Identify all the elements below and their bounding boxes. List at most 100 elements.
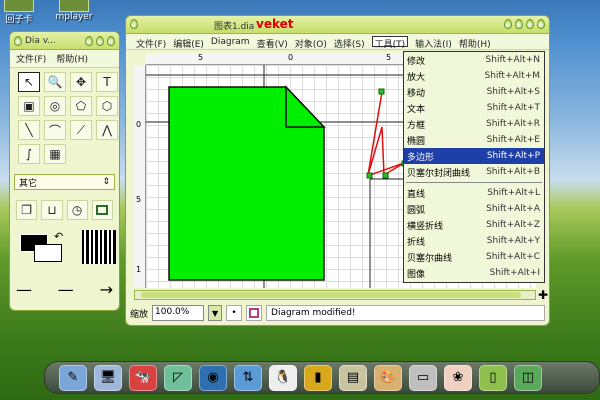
window-title: 图表1.dia [214,22,255,32]
line-width-selector[interactable] [82,230,116,264]
menu-item-label: 方框 [407,120,426,131]
monitor-icon[interactable]: 🖥 [94,364,122,391]
menu-item[interactable]: 多边形 Shift+Alt+P [404,148,544,164]
polygon-handle[interactable] [382,172,389,179]
polygon-icon[interactable]: ⬠ [70,96,92,116]
desktop-icon-mplayer[interactable]: mplayer [52,0,96,22]
minimize-drop-icon[interactable] [85,35,93,46]
menu-file[interactable]: 文件(F) [16,52,46,65]
menu-item[interactable]: 放大 Shift+Alt+M [404,68,544,84]
menu-item[interactable]: 折线 Shift+Alt+Y [404,233,544,249]
line-style-icon[interactable]: — [58,280,74,299]
diagram-titlebar[interactable]: 图表1.dia veket [126,16,549,34]
menu-item[interactable]: 椭圆 Shift+Alt+E [404,132,544,148]
image-icon[interactable]: ▦ [44,144,66,164]
disc-icon[interactable]: ◉ [199,364,227,391]
toolbox-menubar: 文件(F) 帮助(H) [10,50,119,68]
background-color[interactable] [34,244,62,262]
usb-drive-icon[interactable]: ▭ [409,364,437,391]
box-icon[interactable]: ▣ [18,96,40,116]
menu-item[interactable]: 直线 Shift+Alt+L [404,185,544,201]
menu-6[interactable]: 工具(T) [371,36,409,50]
menu-item[interactable]: 图像 Shift+Alt+I [404,265,544,281]
zoom-dropdown[interactable]: ▼ [208,305,223,321]
menu-4[interactable]: 对象(O) [295,37,327,50]
document-icon[interactable]: ❀ [444,364,472,391]
menu-help[interactable]: 帮助(H) [56,52,88,65]
line-start-icon[interactable]: — [16,280,32,299]
magnify-icon[interactable]: 🔍 [44,72,66,92]
menu-item-shortcut: Shift+Alt+L [487,188,540,198]
book-icon[interactable]: ▮ [304,364,332,391]
zoom-input[interactable]: 100.0% [152,305,205,321]
menu-2[interactable]: Diagram [211,37,250,47]
scroll-thumb[interactable] [141,292,521,298]
menu-8[interactable]: 帮助(H) [459,37,491,50]
menu-item[interactable]: 移动 Shift+Alt+S [404,84,544,100]
polyline-icon[interactable]: ⋀ [96,120,118,140]
menu-item[interactable]: 修改 Shift+Alt+N [404,52,544,68]
snap-to-grid-button[interactable]: • [226,305,243,321]
polygon-handle[interactable] [378,88,385,95]
navigate-cross-icon[interactable]: ✚ [538,288,548,302]
menu-1[interactable]: 编辑(E) [173,37,204,50]
graphics-editor-icon[interactable]: ✎ [59,364,87,391]
restore-drop-icon[interactable] [526,19,534,29]
menu-3[interactable]: 查看(V) [257,37,288,50]
menu-item[interactable]: 贝塞尔封闭曲线 Shift+Alt+B [404,164,544,180]
copy-shapes-icon[interactable]: ❐ [16,200,38,220]
sheet-selector[interactable]: 其它 ⇕ [14,174,115,190]
chevron-updown-icon: ⇕ [102,177,110,187]
pointer-icon[interactable]: ↖ [18,72,40,92]
image-viewer-icon[interactable]: ▤ [339,364,367,391]
terminal-icon[interactable]: ▯ [479,364,507,391]
palette-icon[interactable]: 🎨 [374,364,402,391]
menu-item-shortcut: Shift+Alt+R [486,119,540,129]
menu-item-shortcut: Shift+Alt+B [486,167,540,177]
menu-item-label: 放大 [407,72,426,83]
close-drop-icon[interactable] [107,35,115,46]
text-icon[interactable]: T [96,72,118,92]
menu-drop-icon[interactable] [130,19,138,29]
drawing-icon[interactable]: ◸ [164,364,192,391]
screen-capture-icon[interactable]: ◫ [514,364,542,391]
menu-item-shortcut: Shift+Alt+P [486,151,540,161]
maximize-drop-icon[interactable] [515,19,523,29]
move-icon[interactable]: ✥ [70,72,92,92]
horizontal-scrollbar[interactable] [134,290,536,300]
menu-drop-icon[interactable] [14,35,22,46]
clock-icon[interactable]: ◷ [66,200,88,220]
polygon-handle[interactable] [366,172,373,179]
swap-colors-icon[interactable]: ↶ [54,230,63,243]
arc-icon[interactable]: ⌒ [44,120,66,140]
tab-shapes-icon[interactable]: ⊔ [41,200,63,220]
menu-0[interactable]: 文件(F) [136,37,166,50]
qq-penguin-icon[interactable]: 🐧 [269,364,297,391]
zigzag-icon[interactable]: ⟋ [70,120,92,140]
toolbox-titlebar[interactable]: Dia v... [10,32,119,50]
network-icon[interactable]: ⇅ [234,364,262,391]
menu-item[interactable]: 圆弧 Shift+Alt+A [404,201,544,217]
pet-icon[interactable]: 🐄 [129,364,157,391]
ellipse-icon[interactable]: ◎ [44,96,66,116]
menu-7[interactable]: 输入法(I) [415,37,452,50]
close-drop-icon[interactable] [537,19,545,29]
dotted-box-icon[interactable] [91,200,113,220]
snap-to-objects-button[interactable] [246,305,263,321]
menu-5[interactable]: 选择(S) [334,37,365,50]
polygon-in-progress[interactable] [367,91,405,177]
menu-item[interactable]: 横竖折线 Shift+Alt+Z [404,217,544,233]
beziergon-icon[interactable]: ⬡ [96,96,118,116]
arrow-end-icon[interactable]: → [100,280,113,299]
minimize-drop-icon[interactable] [504,19,512,29]
menu-item[interactable]: 文本 Shift+Alt+T [404,100,544,116]
desktop-icon-recycle[interactable]: 回子卡 [2,0,36,25]
menu-item[interactable]: 贝塞尔曲线 Shift+Alt+C [404,249,544,265]
menu-item-shortcut: Shift+Alt+I [489,268,540,278]
menu-item[interactable]: 方框 Shift+Alt+R [404,116,544,132]
bezier-icon[interactable]: ∫ [18,144,40,164]
color-area: ↶ [16,230,116,274]
menu-item-shortcut: Shift+Alt+E [486,135,540,145]
maximize-drop-icon[interactable] [96,35,104,46]
line-icon[interactable]: ╲ [18,120,40,140]
